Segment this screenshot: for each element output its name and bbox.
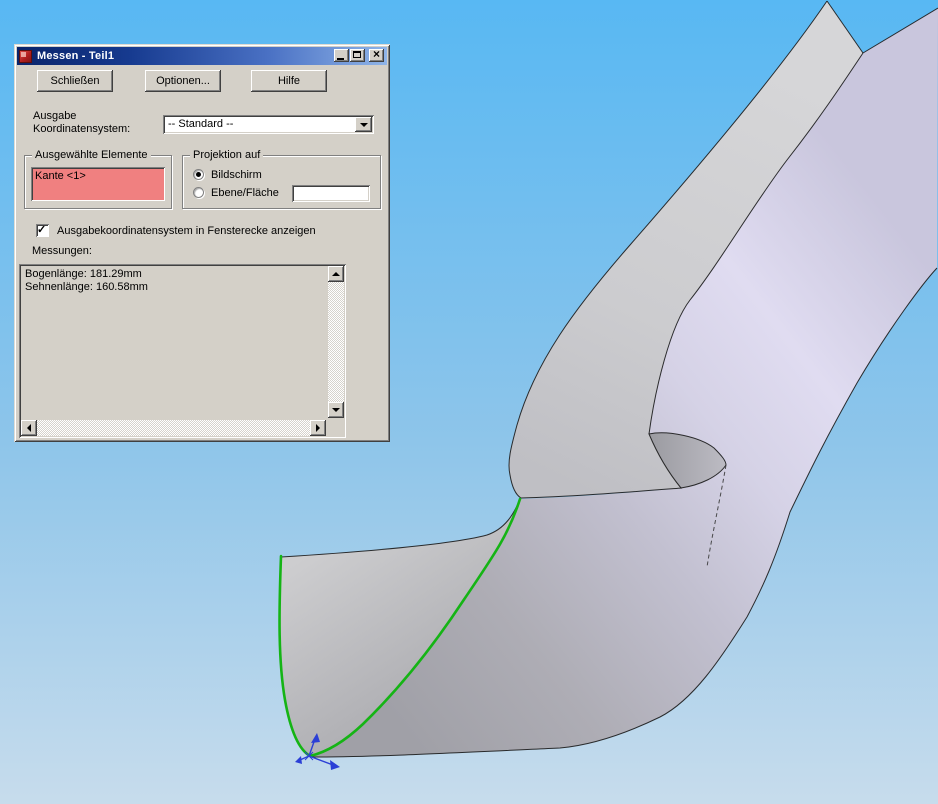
plane-face-field[interactable] (292, 185, 370, 202)
measurements-label: Messungen: (32, 245, 92, 257)
arrow-right-icon (316, 424, 320, 432)
radio-selected-dot (196, 172, 201, 177)
radio-bildschirm-label[interactable]: Bildschirm (211, 169, 262, 181)
horizontal-scrollbar-track[interactable] (37, 420, 310, 436)
selected-elements-group: Ausgewählte Elemente Kante <1> (24, 149, 172, 209)
output-coord-label-line1: Ausgabe (33, 110, 77, 122)
scroll-right-button[interactable] (310, 420, 326, 436)
selected-elements-list[interactable]: Kante <1> (31, 167, 165, 201)
scrollbar-corner (328, 420, 344, 436)
coordinate-system-dropdown[interactable]: -- Standard -- (163, 115, 374, 134)
solidworks-icon (19, 49, 32, 63)
vertical-scrollbar-track[interactable] (328, 282, 344, 402)
radio-ebene-flaeche[interactable] (193, 187, 204, 198)
radio-ebene-flaeche-label[interactable]: Ebene/Fläche (211, 187, 279, 199)
dialog-titlebar[interactable]: Messen - Teil1 × (17, 47, 387, 65)
show-coordsys-checkbox-label[interactable]: Ausgabekoordinatensystem in Fensterecke … (57, 225, 316, 237)
measurement-line-arc-length: Bogenlänge: 181.29mm (25, 268, 142, 280)
optionen-button[interactable]: Optionen... (145, 70, 221, 92)
projection-group: Projektion auf Bildschirm Ebene/Fläche (182, 149, 381, 209)
measurement-line-chord-length: Sehnenlänge: 160.58mm (25, 281, 148, 293)
minimize-button[interactable] (334, 49, 349, 62)
selected-elements-group-title: Ausgewählte Elemente (32, 149, 151, 161)
show-coordsys-checkbox[interactable]: ✓ (36, 224, 49, 237)
measurements-listbox[interactable]: Bogenlänge: 181.29mm Sehnenlänge: 160.58… (19, 264, 346, 438)
arrow-left-icon (27, 424, 31, 432)
chevron-down-icon (359, 122, 368, 127)
scroll-left-button[interactable] (21, 420, 37, 436)
dropdown-arrow-button[interactable] (355, 117, 372, 132)
maximize-button[interactable] (350, 49, 365, 62)
scroll-up-button[interactable] (328, 266, 344, 282)
minimize-icon (337, 58, 344, 60)
solidworks-app: Messen - Teil1 × Schließen Optionen... H… (0, 0, 938, 804)
radio-bildschirm[interactable] (193, 169, 204, 180)
output-coord-label-line2: Koordinatensystem: (33, 123, 131, 135)
close-icon: × (372, 47, 380, 61)
dropdown-selected-value: -- Standard -- (168, 118, 234, 130)
arrow-down-icon (332, 408, 340, 412)
maximize-icon (353, 51, 361, 58)
arrow-up-icon (332, 272, 340, 276)
selected-element-item[interactable]: Kante <1> (35, 170, 86, 182)
hilfe-button[interactable]: Hilfe (251, 70, 327, 92)
dialog-title: Messen - Teil1 (37, 50, 115, 62)
close-button[interactable]: × (369, 47, 384, 62)
checkmark-icon: ✓ (37, 224, 47, 236)
scroll-down-button[interactable] (328, 402, 344, 418)
projection-group-title: Projektion auf (190, 149, 264, 161)
schliessen-button[interactable]: Schließen (37, 70, 113, 92)
measure-dialog: Messen - Teil1 × Schließen Optionen... H… (14, 44, 390, 442)
